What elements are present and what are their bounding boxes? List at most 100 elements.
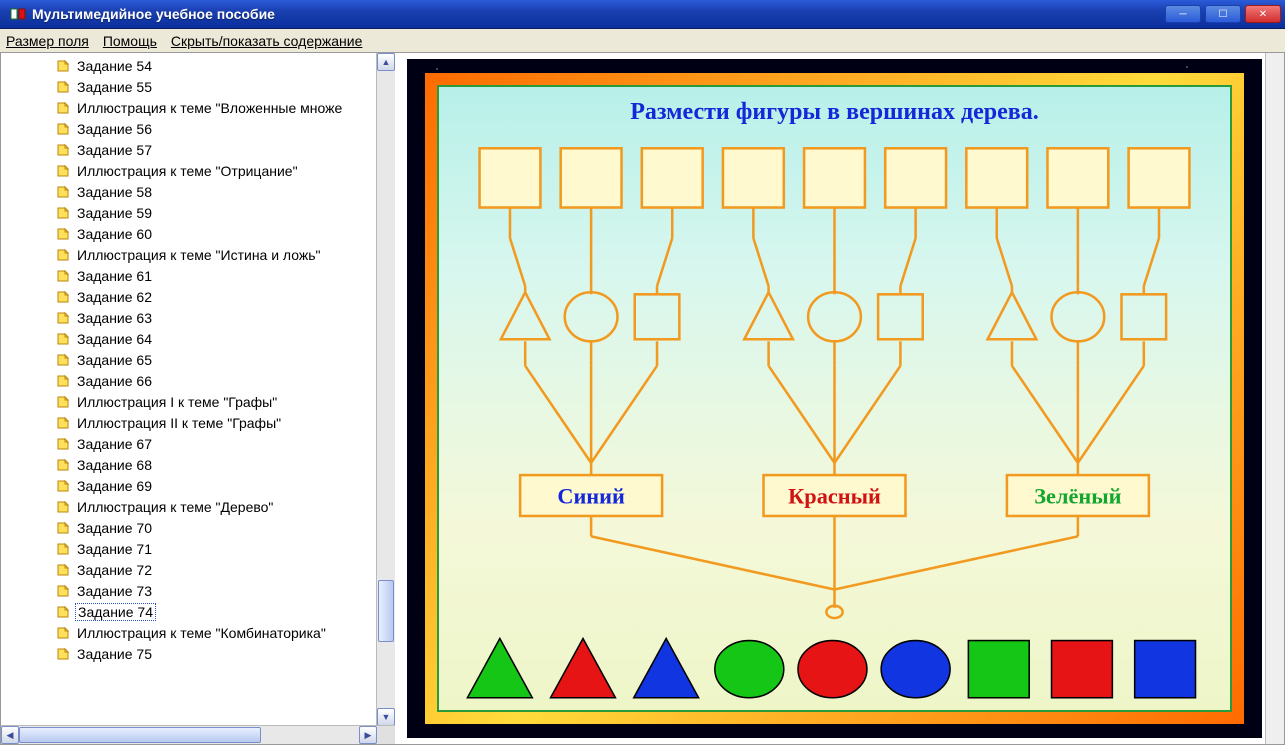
maximize-button[interactable]: ☐ [1205, 5, 1241, 23]
color-label-text: Красный [788, 484, 881, 509]
toc-item[interactable]: Иллюстрация к теме "Вложенные множе [1, 97, 395, 118]
page-icon [56, 185, 70, 199]
tree-leaf-slot[interactable] [480, 148, 541, 207]
tree-node-triangle[interactable] [501, 292, 550, 339]
palette-shape[interactable] [1052, 641, 1113, 698]
page-icon [56, 59, 70, 73]
tree-node-circle[interactable] [565, 292, 618, 341]
toc-item[interactable]: Задание 54 [1, 55, 395, 76]
toc-item[interactable]: Задание 70 [1, 517, 395, 538]
vertical-scrollbar[interactable]: ▲ ▼ [376, 53, 395, 726]
toc-item-label: Задание 74 [75, 603, 156, 621]
tree-diagram: СинийКрасныйЗелёный [439, 87, 1230, 710]
toc-item-label: Задание 63 [75, 310, 154, 326]
toc-item-label: Задание 64 [75, 331, 154, 347]
toc-item[interactable]: Иллюстрация к теме "Отрицание" [1, 160, 395, 181]
palette-shape[interactable] [968, 641, 1029, 698]
menu-toggle-toc[interactable]: Скрыть/показать содержание [171, 33, 362, 49]
toc-item[interactable]: Задание 71 [1, 538, 395, 559]
toc-item[interactable]: Задание 59 [1, 202, 395, 223]
hscroll-thumb[interactable] [19, 727, 261, 743]
tree-leaf-slot[interactable] [804, 148, 865, 207]
toc-item-label: Задание 60 [75, 226, 154, 242]
tree-node-square[interactable] [878, 294, 923, 339]
page-icon [56, 311, 70, 325]
toc-item[interactable]: Задание 68 [1, 454, 395, 475]
toc-item[interactable]: Иллюстрация к теме "Дерево" [1, 496, 395, 517]
close-button[interactable]: ✕ [1245, 5, 1281, 23]
toc-item[interactable]: Задание 56 [1, 118, 395, 139]
scroll-right-button[interactable]: ▶ [359, 726, 377, 744]
menu-help[interactable]: Помощь [103, 33, 157, 49]
toc-item[interactable]: Задание 64 [1, 328, 395, 349]
tree-node-circle[interactable] [808, 292, 861, 341]
toc-item[interactable]: Задание 67 [1, 433, 395, 454]
toc-item[interactable]: Иллюстрация II к теме "Графы" [1, 412, 395, 433]
page-icon [56, 395, 70, 409]
toc-item-label: Задание 73 [75, 583, 154, 599]
page-icon [56, 248, 70, 262]
toc-item[interactable]: Иллюстрация I к теме "Графы" [1, 391, 395, 412]
tree-node-circle[interactable] [1052, 292, 1105, 341]
tree-leaf-slot[interactable] [1129, 148, 1190, 207]
tree-node-triangle[interactable] [988, 292, 1037, 339]
minimize-button[interactable]: ─ [1165, 5, 1201, 23]
scroll-thumb[interactable] [378, 580, 394, 642]
toc-item[interactable]: Задание 69 [1, 475, 395, 496]
tree-node-square[interactable] [1121, 294, 1166, 339]
app-icon [10, 6, 26, 22]
tree-leaf-slot[interactable] [642, 148, 703, 207]
window-title: Мультимедийное учебное пособие [32, 6, 1165, 22]
palette-shape[interactable] [467, 639, 532, 698]
toc-item[interactable]: Задание 55 [1, 76, 395, 97]
task-title: Размести фигуры в вершинах дерева. [439, 99, 1230, 126]
content-area: Размести фигуры в вершинах дерева. Синий… [395, 53, 1284, 744]
palette-shape[interactable] [798, 641, 867, 698]
page-icon [56, 206, 70, 220]
toc-item-label: Задание 72 [75, 562, 154, 578]
toc-item[interactable]: Иллюстрация к теме "Истина и ложь" [1, 244, 395, 265]
toc-item[interactable]: Задание 66 [1, 370, 395, 391]
toc-item-label: Иллюстрация к теме "Комбинаторика" [75, 625, 328, 641]
page-icon [56, 584, 70, 598]
palette-shape[interactable] [551, 639, 616, 698]
page-icon [56, 437, 70, 451]
toc-item[interactable]: Иллюстрация к теме "Комбинаторика" [1, 622, 395, 643]
toc-item[interactable]: Задание 74 [1, 601, 395, 622]
scroll-corner [377, 726, 395, 744]
scroll-left-button[interactable]: ◀ [1, 726, 19, 744]
palette-shape[interactable] [881, 641, 950, 698]
tree-node-triangle[interactable] [744, 292, 793, 339]
horizontal-scrollbar[interactable]: ◀ ▶ [1, 725, 395, 744]
palette-shape[interactable] [1135, 641, 1196, 698]
scroll-up-button[interactable]: ▲ [377, 53, 395, 71]
page-icon [56, 122, 70, 136]
tree-leaf-slot[interactable] [723, 148, 784, 207]
tree-leaf-slot[interactable] [966, 148, 1027, 207]
scroll-down-button[interactable]: ▼ [377, 708, 395, 726]
tree-node-square[interactable] [635, 294, 680, 339]
palette-shape[interactable] [634, 639, 699, 698]
menu-field-size[interactable]: Размер поля [6, 33, 89, 49]
toc-item[interactable]: Задание 73 [1, 580, 395, 601]
toc-item[interactable]: Задание 75 [1, 643, 395, 664]
page-icon [56, 332, 70, 346]
toc-item[interactable]: Задание 72 [1, 559, 395, 580]
toc-item-label: Иллюстрация I к теме "Графы" [75, 394, 279, 410]
content-vertical-scrollbar[interactable] [1265, 53, 1284, 744]
toc-item-label: Иллюстрация к теме "Отрицание" [75, 163, 300, 179]
tree-leaf-slot[interactable] [885, 148, 946, 207]
toc-item[interactable]: Задание 60 [1, 223, 395, 244]
tree-leaf-slot[interactable] [1047, 148, 1108, 207]
toc-item[interactable]: Задание 61 [1, 265, 395, 286]
toc-item[interactable]: Задание 58 [1, 181, 395, 202]
toc-tree[interactable]: Задание 54Задание 55Иллюстрация к теме "… [1, 53, 395, 744]
palette-shape[interactable] [715, 641, 784, 698]
toc-item[interactable]: Задание 65 [1, 349, 395, 370]
tree-leaf-slot[interactable] [561, 148, 622, 207]
toc-item[interactable]: Задание 63 [1, 307, 395, 328]
toc-item[interactable]: Задание 57 [1, 139, 395, 160]
stage: Размести фигуры в вершинах дерева. Синий… [437, 85, 1232, 712]
page-icon [56, 647, 70, 661]
toc-item[interactable]: Задание 62 [1, 286, 395, 307]
